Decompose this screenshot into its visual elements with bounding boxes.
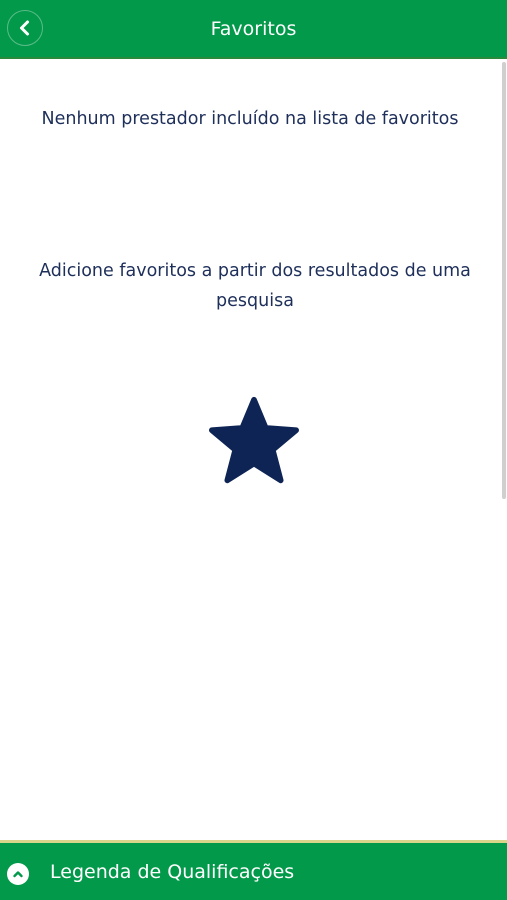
scrollbar[interactable]	[502, 62, 506, 499]
chevron-up-icon	[13, 871, 23, 878]
star-icon	[209, 396, 299, 484]
favorites-screen: Favoritos Nenhum prestador incluído na l…	[0, 0, 507, 900]
expand-toggle[interactable]	[7, 863, 29, 885]
app-header: Favoritos	[0, 0, 507, 59]
favorites-empty-state: Nenhum prestador incluído na lista de fa…	[0, 59, 500, 839]
qualifications-legend-bar[interactable]: Legenda de Qualificações	[0, 840, 507, 900]
page-title: Favoritos	[210, 18, 297, 40]
add-favorites-hint: Adicione favoritos a partir dos resultad…	[39, 261, 471, 311]
qualifications-legend-label: Legenda de Qualificações	[50, 861, 295, 883]
empty-list-message: Nenhum prestador incluído na lista de fa…	[41, 109, 459, 129]
